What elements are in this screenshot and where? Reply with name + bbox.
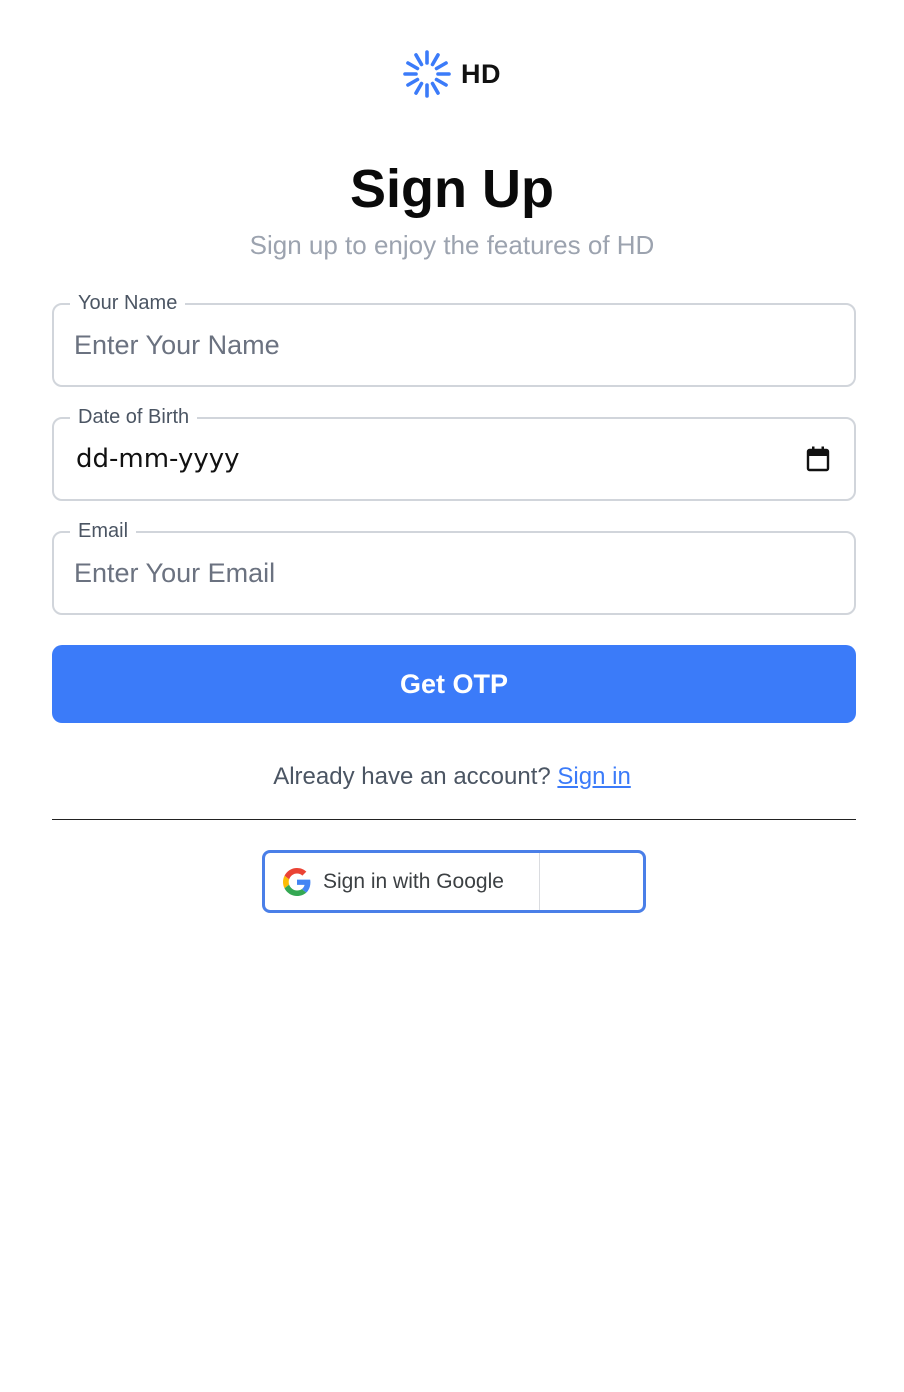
dob-field-label: Date of Birth <box>70 404 198 430</box>
google-logo-icon <box>283 867 311 896</box>
calendar-icon[interactable] <box>806 446 830 472</box>
email-input[interactable] <box>74 549 774 597</box>
brand-name: HD <box>461 58 501 89</box>
signin-prompt: Already have an account? Sign in <box>0 760 904 794</box>
dob-field[interactable]: Date of Birth dd-mm-yyyy <box>52 404 856 501</box>
google-signin-label: Sign in with Google <box>323 869 504 893</box>
email-field-label: Email <box>70 518 137 544</box>
page-title: Sign Up <box>350 159 554 219</box>
get-otp-button[interactable]: Get OTP <box>52 645 856 723</box>
sunburst-logo-icon <box>403 50 451 98</box>
signin-prompt-text: Already have an account? <box>273 763 551 790</box>
name-input[interactable] <box>74 321 774 369</box>
brand-logo: HD <box>0 50 904 98</box>
name-field: Your Name <box>52 290 856 387</box>
dob-input[interactable]: dd-mm-yyyy <box>76 439 240 479</box>
email-field: Email <box>52 518 856 615</box>
signin-link[interactable]: Sign in <box>557 763 630 790</box>
google-signin-button[interactable]: Sign in with Google <box>262 850 646 913</box>
divider <box>52 819 856 820</box>
page-subtitle: Sign up to enjoy the features of HD <box>249 230 655 260</box>
name-field-label: Your Name <box>70 290 186 316</box>
signup-page: HD Sign Up Sign up to enjoy the features… <box>0 0 904 1392</box>
google-signin-content: Sign in with Google <box>265 853 540 910</box>
